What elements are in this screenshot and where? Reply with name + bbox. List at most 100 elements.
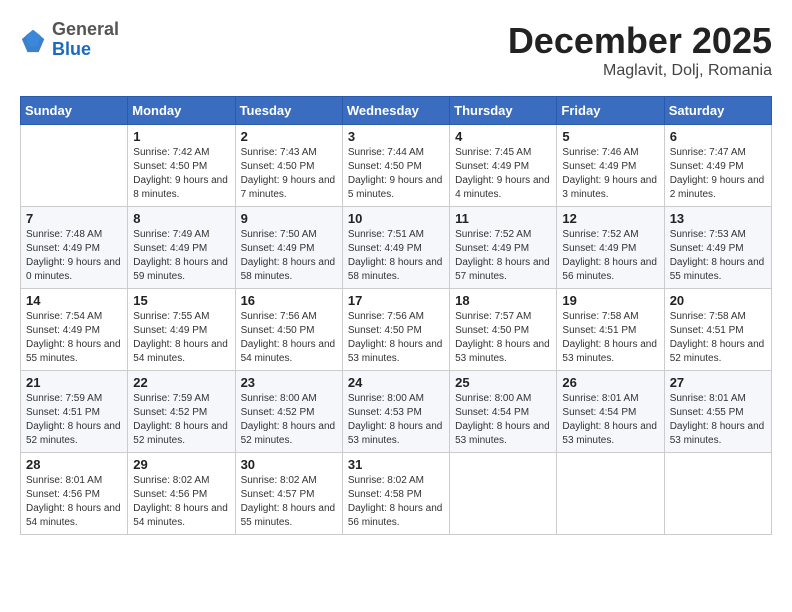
cell-sunset: Sunset: 4:58 PM [348, 489, 422, 500]
cell-sunset: Sunset: 4:49 PM [26, 243, 100, 254]
cell-sunset: Sunset: 4:49 PM [455, 161, 529, 172]
cell-daylight: Daylight: 9 hours and 3 minutes. [562, 175, 657, 200]
day-number: 18 [455, 293, 551, 308]
table-row: 16 Sunrise: 7:56 AM Sunset: 4:50 PM Dayl… [235, 289, 342, 371]
day-number: 12 [562, 211, 658, 226]
table-row: 10 Sunrise: 7:51 AM Sunset: 4:49 PM Dayl… [342, 207, 449, 289]
cell-sunset: Sunset: 4:52 PM [241, 407, 315, 418]
cell-daylight: Daylight: 8 hours and 58 minutes. [241, 257, 336, 282]
cell-sunrise: Sunrise: 8:00 AM [241, 393, 317, 404]
table-row: 29 Sunrise: 8:02 AM Sunset: 4:56 PM Dayl… [128, 453, 235, 535]
day-number: 4 [455, 129, 551, 144]
table-row: 11 Sunrise: 7:52 AM Sunset: 4:49 PM Dayl… [450, 207, 557, 289]
cell-sunrise: Sunrise: 7:52 AM [562, 229, 638, 240]
logo-icon [20, 26, 48, 54]
day-number: 6 [670, 129, 766, 144]
cell-sunset: Sunset: 4:49 PM [455, 243, 529, 254]
table-row: 30 Sunrise: 8:02 AM Sunset: 4:57 PM Dayl… [235, 453, 342, 535]
day-number: 3 [348, 129, 444, 144]
day-number: 21 [26, 375, 122, 390]
cell-sunset: Sunset: 4:49 PM [562, 243, 636, 254]
logo-general-text: General [52, 19, 119, 39]
day-number: 9 [241, 211, 337, 226]
cell-sunrise: Sunrise: 7:42 AM [133, 147, 209, 158]
logo: General Blue [20, 20, 119, 60]
table-row: 27 Sunrise: 8:01 AM Sunset: 4:55 PM Dayl… [664, 371, 771, 453]
cell-sunrise: Sunrise: 7:54 AM [26, 311, 102, 322]
cell-daylight: Daylight: 8 hours and 53 minutes. [562, 339, 657, 364]
table-row: 25 Sunrise: 8:00 AM Sunset: 4:54 PM Dayl… [450, 371, 557, 453]
title-block: December 2025 Maglavit, Dolj, Romania [508, 20, 772, 80]
cell-sunset: Sunset: 4:56 PM [26, 489, 100, 500]
cell-sunset: Sunset: 4:50 PM [348, 161, 422, 172]
calendar-week-row: 28 Sunrise: 8:01 AM Sunset: 4:56 PM Dayl… [21, 453, 772, 535]
day-number: 1 [133, 129, 229, 144]
cell-daylight: Daylight: 8 hours and 53 minutes. [348, 339, 443, 364]
table-row: 24 Sunrise: 8:00 AM Sunset: 4:53 PM Dayl… [342, 371, 449, 453]
cell-daylight: Daylight: 8 hours and 54 minutes. [133, 339, 228, 364]
day-number: 24 [348, 375, 444, 390]
day-number: 22 [133, 375, 229, 390]
cell-sunrise: Sunrise: 7:46 AM [562, 147, 638, 158]
month-title: December 2025 [508, 20, 772, 62]
cell-sunrise: Sunrise: 8:02 AM [241, 475, 317, 486]
cell-sunset: Sunset: 4:56 PM [133, 489, 207, 500]
day-number: 28 [26, 457, 122, 472]
cell-sunset: Sunset: 4:51 PM [562, 325, 636, 336]
day-number: 31 [348, 457, 444, 472]
cell-sunrise: Sunrise: 7:59 AM [26, 393, 102, 404]
header-monday: Monday [128, 97, 235, 125]
table-row: 13 Sunrise: 7:53 AM Sunset: 4:49 PM Dayl… [664, 207, 771, 289]
cell-sunrise: Sunrise: 8:02 AM [348, 475, 424, 486]
table-row: 20 Sunrise: 7:58 AM Sunset: 4:51 PM Dayl… [664, 289, 771, 371]
table-row: 15 Sunrise: 7:55 AM Sunset: 4:49 PM Dayl… [128, 289, 235, 371]
cell-sunset: Sunset: 4:49 PM [562, 161, 636, 172]
cell-sunrise: Sunrise: 7:59 AM [133, 393, 209, 404]
table-row: 31 Sunrise: 8:02 AM Sunset: 4:58 PM Dayl… [342, 453, 449, 535]
cell-daylight: Daylight: 8 hours and 58 minutes. [348, 257, 443, 282]
cell-daylight: Daylight: 8 hours and 57 minutes. [455, 257, 550, 282]
day-number: 7 [26, 211, 122, 226]
cell-daylight: Daylight: 8 hours and 52 minutes. [670, 339, 765, 364]
weekday-header-row: Sunday Monday Tuesday Wednesday Thursday… [21, 97, 772, 125]
cell-daylight: Daylight: 8 hours and 52 minutes. [26, 421, 121, 446]
cell-sunrise: Sunrise: 7:51 AM [348, 229, 424, 240]
table-row: 6 Sunrise: 7:47 AM Sunset: 4:49 PM Dayli… [664, 125, 771, 207]
table-row: 17 Sunrise: 7:56 AM Sunset: 4:50 PM Dayl… [342, 289, 449, 371]
cell-sunrise: Sunrise: 8:00 AM [348, 393, 424, 404]
calendar-week-row: 7 Sunrise: 7:48 AM Sunset: 4:49 PM Dayli… [21, 207, 772, 289]
cell-sunset: Sunset: 4:49 PM [26, 325, 100, 336]
location: Maglavit, Dolj, Romania [508, 62, 772, 80]
cell-daylight: Daylight: 8 hours and 53 minutes. [670, 421, 765, 446]
page-header: General Blue December 2025 Maglavit, Dol… [20, 20, 772, 80]
cell-sunrise: Sunrise: 8:01 AM [670, 393, 746, 404]
table-row: 19 Sunrise: 7:58 AM Sunset: 4:51 PM Dayl… [557, 289, 664, 371]
cell-sunrise: Sunrise: 7:56 AM [348, 311, 424, 322]
table-row: 18 Sunrise: 7:57 AM Sunset: 4:50 PM Dayl… [450, 289, 557, 371]
cell-sunrise: Sunrise: 7:52 AM [455, 229, 531, 240]
cell-sunset: Sunset: 4:51 PM [670, 325, 744, 336]
day-number: 14 [26, 293, 122, 308]
cell-sunset: Sunset: 4:50 PM [241, 325, 315, 336]
table-row: 1 Sunrise: 7:42 AM Sunset: 4:50 PM Dayli… [128, 125, 235, 207]
cell-daylight: Daylight: 8 hours and 53 minutes. [348, 421, 443, 446]
cell-daylight: Daylight: 8 hours and 52 minutes. [241, 421, 336, 446]
cell-daylight: Daylight: 8 hours and 54 minutes. [133, 503, 228, 528]
day-number: 8 [133, 211, 229, 226]
table-row: 8 Sunrise: 7:49 AM Sunset: 4:49 PM Dayli… [128, 207, 235, 289]
cell-daylight: Daylight: 9 hours and 7 minutes. [241, 175, 336, 200]
cell-sunset: Sunset: 4:50 PM [241, 161, 315, 172]
cell-sunrise: Sunrise: 8:00 AM [455, 393, 531, 404]
table-row: 21 Sunrise: 7:59 AM Sunset: 4:51 PM Dayl… [21, 371, 128, 453]
cell-sunrise: Sunrise: 7:44 AM [348, 147, 424, 158]
cell-sunset: Sunset: 4:49 PM [348, 243, 422, 254]
day-number: 19 [562, 293, 658, 308]
cell-daylight: Daylight: 8 hours and 59 minutes. [133, 257, 228, 282]
table-row: 2 Sunrise: 7:43 AM Sunset: 4:50 PM Dayli… [235, 125, 342, 207]
cell-sunrise: Sunrise: 8:02 AM [133, 475, 209, 486]
table-row: 4 Sunrise: 7:45 AM Sunset: 4:49 PM Dayli… [450, 125, 557, 207]
table-row [557, 453, 664, 535]
cell-sunset: Sunset: 4:49 PM [241, 243, 315, 254]
cell-daylight: Daylight: 8 hours and 54 minutes. [26, 503, 121, 528]
day-number: 27 [670, 375, 766, 390]
